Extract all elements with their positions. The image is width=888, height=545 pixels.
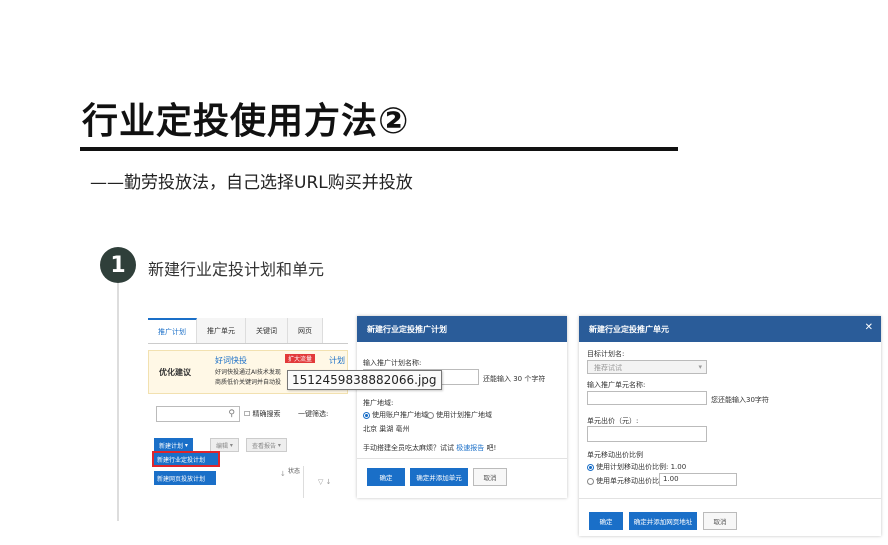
tip-text-end: 吧! [486,444,497,452]
quick-filter-label: 一键筛选: [298,410,329,418]
exact-search-checkbox[interactable]: ☐ 精确搜索 [244,409,281,419]
new-plan-label: 新建计划 [159,442,184,450]
edit-label: 编辑 [216,442,229,450]
radio-unit-ratio[interactable]: 使用单元移动出价比例: [587,476,668,486]
radio-unit-ratio-label: 使用单元移动出价比例: [596,477,669,485]
unit-confirm-add-url-button[interactable]: 确定并添加网页地址 [629,512,697,530]
exact-search-label: 精确搜索 [252,410,281,418]
tab-keyword[interactable]: 关键词 [246,318,288,343]
plan-confirm-add-unit-button[interactable]: 确定并添加单元 [410,468,468,486]
filename-tooltip: 1512459838882066.jpg [287,370,442,390]
region-label: 推广地域: [363,399,394,407]
unit-name-label: 输入推广单元名称: [587,381,646,389]
view-report-label: 查看报告 [252,442,277,450]
column-divider [303,466,304,498]
title-underline [80,147,678,151]
optimization-text-1: 好词快投通过AI技术发现 [215,369,281,376]
mobile-ratio-label: 单元移动出价比例 [587,451,643,459]
plan-ratio-value: 1.00 [670,463,687,471]
radio-account-region-label: 使用账户推广地域 [372,411,428,419]
plan-link[interactable]: 计划 [329,355,345,366]
radio-plan-region[interactable]: 使用计划推广地域 [427,410,492,420]
good-word-link[interactable]: 好词快投 [215,355,247,366]
close-icon[interactable]: ✕ [865,322,873,333]
unit-price-input[interactable] [587,426,707,442]
unit-name-hint: 您还能输入30字符 [711,396,769,404]
radio-plan-ratio-label: 使用计划移动出价比例: [596,463,669,471]
plan-name-hint: 还能输入 30 个字符 [483,375,546,383]
plan-cancel-button[interactable]: 取消 [473,468,507,486]
slide-subtitle: ——勤劳投放法，自己选择URL购买并投放 [90,173,413,193]
radio-plan-ratio[interactable]: 使用计划移动出价比例: 1.00 [587,462,686,472]
search-icon[interactable]: ⚲ [228,409,235,419]
step-title: 新建行业定投计划和单元 [148,260,325,279]
menu-new-webpage-plan[interactable]: 新建网页投放计划 [154,471,216,485]
unit-cancel-button[interactable]: 取消 [703,512,737,530]
status-column-header: 状态 [288,468,301,475]
radio-off-icon [427,411,434,419]
sort-icon[interactable]: ↓ [280,470,286,478]
radio-account-region[interactable]: 使用账户推广地域 [363,410,428,420]
unit-price-label: 单元出价（元）: [587,417,639,425]
search-input[interactable]: ⚲ [156,406,240,422]
step-number-badge: 1 [100,247,136,283]
view-report-button[interactable]: 查看报告 ▾ [246,438,287,452]
target-plan-label: 目标计划名: [587,350,625,358]
radio-on-icon [587,463,594,471]
new-unit-dialog-header: 新建行业定投推广单元 ✕ [579,316,881,342]
tab-plan[interactable]: 推广计划 [148,318,197,343]
unit-ratio-value: 1.00 [663,475,679,483]
tip-text: 手动搭建全员吃太麻烦？试试 极速报告 吧! [363,443,496,453]
new-plan-dialog-header: 新建行业定投推广计划 [357,316,567,342]
radio-plan-region-label: 使用计划推广地域 [436,411,492,419]
plan-confirm-button[interactable]: 确定 [367,468,405,486]
radio-on-icon [363,411,370,419]
tab-webpage[interactable]: 网页 [288,318,323,343]
slide-title: 行业定投使用方法② [82,101,410,142]
dialog-divider [357,458,567,459]
new-plan-dialog: 新建行业定投推广计划 输入推广计划名称: 还能输入 30 个字符 推广地域: 使… [357,316,567,498]
plan-tabs: 推广计划 推广单元 关键词 网页 [148,318,348,344]
region-list: 北京 巢湖 亳州 [363,425,410,433]
dialog-divider [579,498,881,499]
tab-unit[interactable]: 推广单元 [197,318,246,343]
edit-button[interactable]: 编辑 ▾ [210,438,239,452]
plan-list-panel: 推广计划 推广单元 关键词 网页 优化建议 好词快投 扩大流量 好词快投通过AI… [148,318,348,498]
unit-confirm-button[interactable]: 确定 [589,512,623,530]
radio-off-icon [587,477,594,485]
optimization-label: 优化建议 [159,368,191,377]
new-unit-dialog-title: 新建行业定投推广单元 [589,324,669,334]
new-unit-dialog: 新建行业定投推广单元 ✕ 目标计划名: 推荐试试 ▾ 输入推广单元名称: 您还能… [579,316,881,536]
target-plan-select[interactable]: 推荐试试 ▾ [587,360,707,374]
new-plan-button[interactable]: 新建计划 ▾ [154,438,193,452]
expand-traffic-badge: 扩大流量 [285,354,316,363]
unit-name-input[interactable] [587,391,707,405]
menu-new-industry-plan[interactable]: 新建行业定投计划 [152,451,220,467]
step-timeline-line [117,283,119,521]
unit-ratio-stepper[interactable]: 1.00 [659,473,737,486]
plan-name-label: 输入推广计划名称: [363,359,422,367]
chevron-down-icon: ▾ [698,363,702,371]
filter-sort-icon[interactable]: ▽ ↓ [318,478,331,486]
tip-text-start: 手动搭建全员吃太麻烦？试试 [363,444,454,452]
target-plan-value: 推荐试试 [594,364,622,372]
speed-report-link[interactable]: 极速报告 [456,444,484,452]
optimization-text-2: 商质低价关键词并自动投 [215,379,282,386]
